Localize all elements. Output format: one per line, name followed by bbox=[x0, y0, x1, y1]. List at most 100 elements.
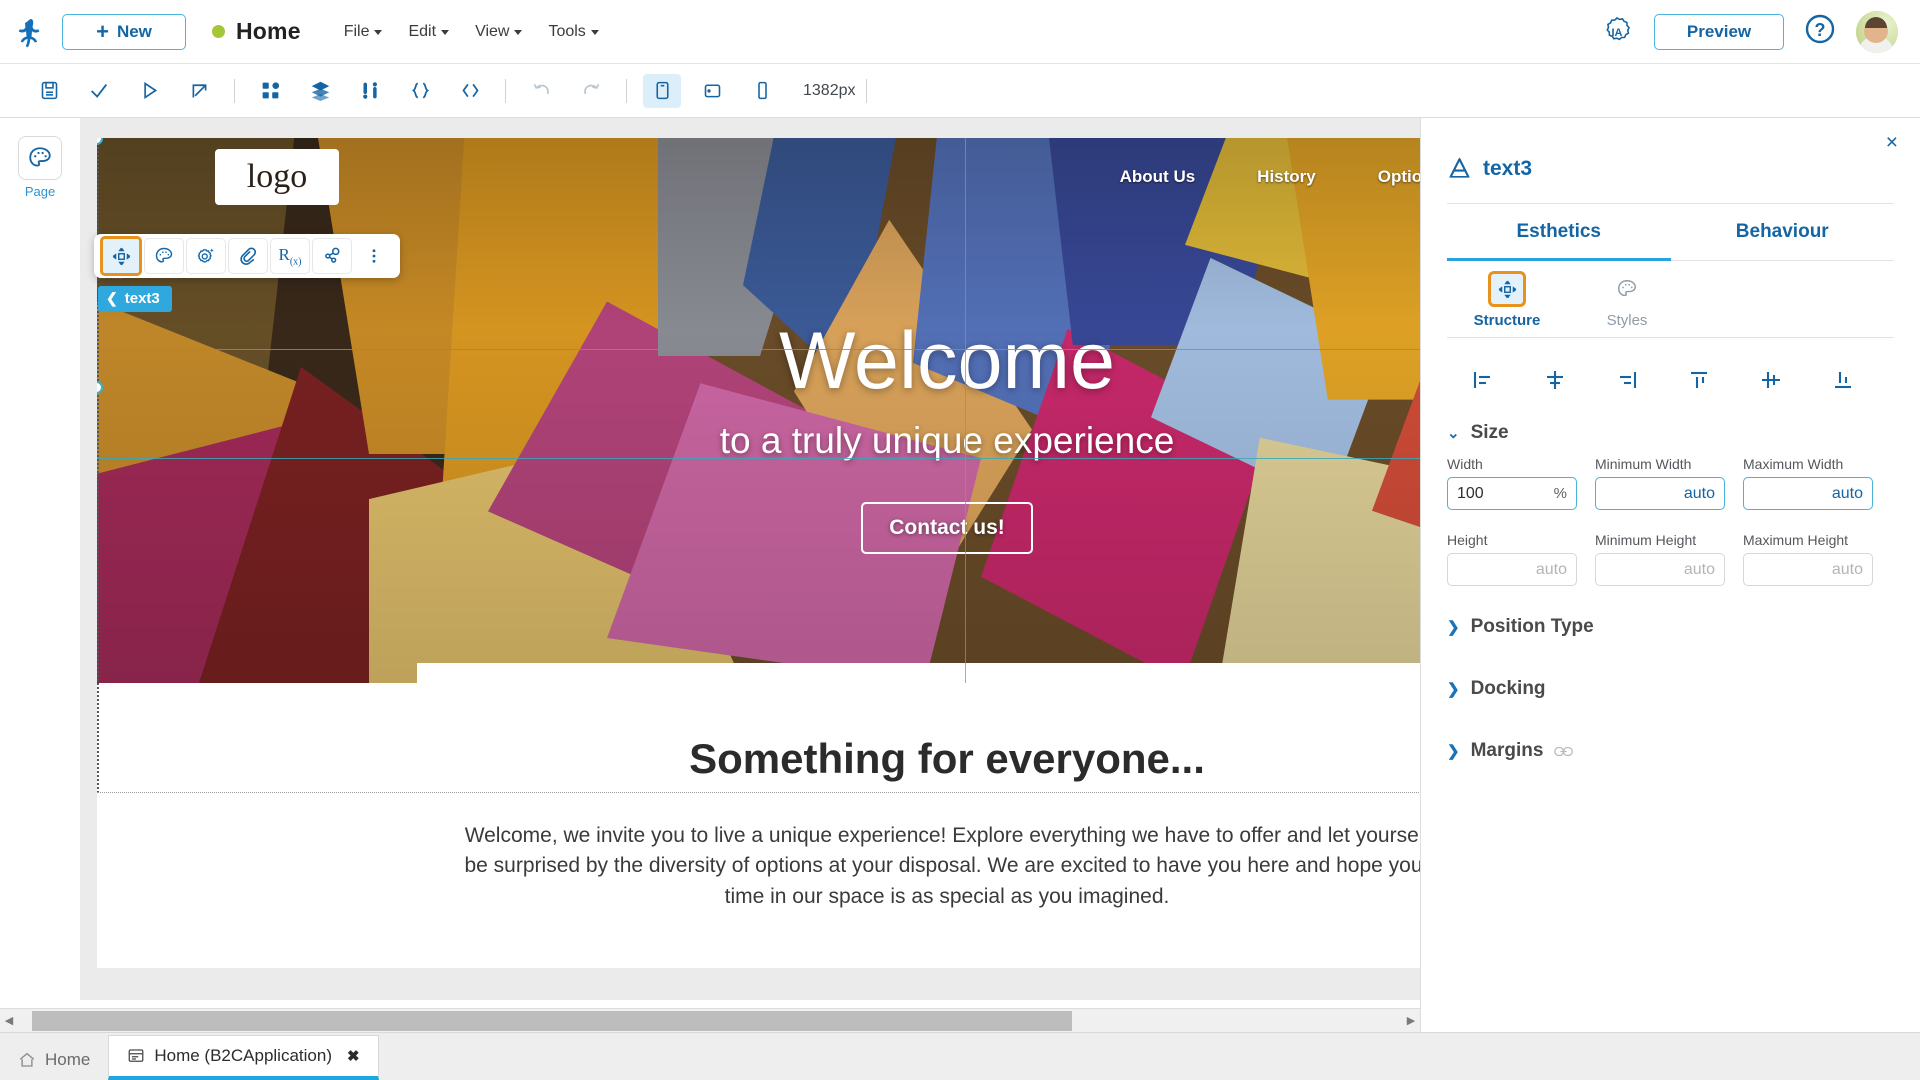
save-icon[interactable] bbox=[30, 74, 68, 108]
max-height-field: Maximum Height auto bbox=[1743, 532, 1873, 586]
scroll-left-arrow-icon[interactable]: ◀ bbox=[0, 1014, 18, 1027]
desktop-view-icon[interactable] bbox=[643, 73, 681, 108]
menu-file-label: File bbox=[343, 22, 370, 40]
main-menu-bar: File Edit View Tools bbox=[331, 17, 612, 47]
chevron-down-icon bbox=[590, 30, 599, 35]
align-center-vertical-icon[interactable] bbox=[1735, 360, 1807, 400]
min-width-field: Minimum Width auto bbox=[1595, 456, 1725, 510]
code-icon[interactable] bbox=[451, 74, 489, 108]
docking-label: Docking bbox=[1470, 678, 1546, 699]
min-width-input[interactable]: auto bbox=[1595, 477, 1725, 510]
size-fields-row-1: Width 100 % Minimum Width auto Maximum W… bbox=[1421, 444, 1920, 510]
hero-subheading[interactable]: to a truly unique experience bbox=[97, 420, 1420, 462]
docking-section-header[interactable]: ❯ Docking bbox=[1421, 638, 1920, 700]
deploy-icon[interactable] bbox=[180, 74, 218, 108]
size-fields-row-2: Height auto Minimum Height auto Maximum … bbox=[1421, 510, 1920, 586]
element-quick-toolbar: R(x) bbox=[94, 234, 400, 278]
avatar[interactable] bbox=[1856, 10, 1898, 53]
max-width-input[interactable]: auto bbox=[1743, 477, 1873, 510]
events-nodes-icon[interactable] bbox=[312, 238, 352, 274]
link-chain-icon[interactable] bbox=[1554, 745, 1574, 758]
structure-move-icon[interactable] bbox=[100, 236, 142, 276]
bottom-tab-b2capplication[interactable]: Home (B2CApplication) ✖ bbox=[108, 1035, 379, 1080]
section-heading[interactable]: Something for everyone... bbox=[97, 735, 1420, 783]
tab-behaviour-label: Behaviour bbox=[1735, 221, 1829, 242]
close-icon[interactable]: ✖ bbox=[347, 1047, 360, 1065]
min-height-input[interactable]: auto bbox=[1595, 553, 1725, 586]
position-type-section-header[interactable]: ❯ Position Type bbox=[1421, 586, 1920, 638]
selection-guide-top bbox=[97, 349, 1420, 350]
components-icon[interactable] bbox=[251, 74, 289, 108]
max-height-input[interactable]: auto bbox=[1743, 553, 1873, 586]
frog-logo-icon[interactable] bbox=[0, 14, 62, 50]
subtab-styles[interactable]: Styles bbox=[1567, 261, 1687, 337]
tab-esthetics[interactable]: Esthetics bbox=[1447, 204, 1671, 261]
content-section[interactable]: Something for everyone... Welcome, we in… bbox=[97, 683, 1420, 913]
sidebar-item-page[interactable]: Page bbox=[0, 136, 80, 199]
width-input[interactable]: 100 % bbox=[1447, 477, 1577, 510]
canvas-horizontal-scrollbar[interactable]: ◀ ▶ bbox=[0, 1008, 1420, 1032]
palette-icon[interactable] bbox=[144, 238, 184, 274]
panel-tabs: Esthetics Behaviour bbox=[1447, 204, 1894, 261]
toolbar-divider bbox=[626, 78, 627, 103]
panel-subtabs: Structure Styles bbox=[1447, 261, 1894, 338]
hero-cta-button[interactable]: Contact us! bbox=[861, 501, 1033, 554]
width-unit-label[interactable]: % bbox=[1554, 485, 1567, 502]
align-left-icon[interactable] bbox=[1447, 360, 1519, 400]
more-vertical-icon[interactable] bbox=[354, 238, 394, 274]
layers-icon[interactable] bbox=[301, 74, 339, 108]
tablet-view-icon[interactable] bbox=[693, 74, 731, 108]
subtab-structure[interactable]: Structure bbox=[1447, 261, 1567, 337]
scrollbar-track[interactable] bbox=[18, 1010, 1402, 1031]
align-top-icon[interactable] bbox=[1663, 360, 1735, 400]
design-canvas[interactable]: logo About Us History Options Orders Con… bbox=[80, 118, 1420, 1000]
bottom-tab-home[interactable]: Home bbox=[0, 1039, 108, 1080]
ia-badge-icon[interactable]: IA bbox=[1600, 15, 1634, 49]
margins-section-header[interactable]: ❯ Margins bbox=[1421, 700, 1920, 762]
undo-icon[interactable] bbox=[522, 74, 560, 108]
link-icon[interactable] bbox=[228, 238, 268, 274]
height-field-label: Height bbox=[1447, 532, 1488, 548]
screen-icon bbox=[127, 1047, 145, 1065]
question-mark-icon[interactable]: ? bbox=[1804, 13, 1836, 50]
settings-sparkle-icon[interactable] bbox=[186, 238, 226, 274]
selected-element-chip[interactable]: ❮ text3 bbox=[98, 286, 172, 312]
close-icon[interactable]: × bbox=[1886, 132, 1898, 153]
max-width-input-value: auto bbox=[1831, 484, 1863, 502]
scroll-right-arrow-icon[interactable]: ▶ bbox=[1402, 1014, 1420, 1027]
menu-file[interactable]: File bbox=[331, 17, 396, 47]
selection-guide-bottom bbox=[97, 458, 1420, 459]
redo-icon[interactable] bbox=[572, 74, 610, 108]
align-bottom-icon[interactable] bbox=[1807, 360, 1879, 400]
mobile-view-icon[interactable] bbox=[743, 74, 781, 108]
braces-icon[interactable] bbox=[401, 74, 439, 108]
align-center-horizontal-icon[interactable] bbox=[1519, 360, 1591, 400]
menu-edit[interactable]: Edit bbox=[395, 17, 462, 47]
hero-section[interactable]: logo About Us History Options Orders Con… bbox=[97, 138, 1420, 683]
status-dot-green bbox=[212, 25, 225, 38]
chevron-right-icon: ❯ bbox=[1447, 681, 1460, 698]
min-height-input-placeholder: auto bbox=[1683, 560, 1715, 578]
tab-behaviour[interactable]: Behaviour bbox=[1670, 204, 1894, 261]
hero-heading[interactable]: Welcome bbox=[97, 321, 1420, 402]
preview-button[interactable]: Preview bbox=[1654, 13, 1784, 50]
min-height-field: Minimum Height auto bbox=[1595, 532, 1725, 586]
rx-formula-icon[interactable]: R(x) bbox=[270, 238, 310, 274]
new-button[interactable]: + New bbox=[62, 13, 186, 50]
min-width-input-value: auto bbox=[1683, 484, 1715, 502]
menu-tools[interactable]: Tools bbox=[535, 17, 611, 47]
action-toolbar: 1382px bbox=[0, 64, 1920, 118]
scrollbar-thumb[interactable] bbox=[32, 1010, 1072, 1031]
variables-icon[interactable] bbox=[351, 74, 389, 108]
run-icon[interactable] bbox=[130, 74, 168, 108]
max-width-field-label: Maximum Width bbox=[1743, 456, 1844, 472]
menu-view[interactable]: View bbox=[462, 17, 535, 47]
viewport-size-label[interactable]: 1382px bbox=[803, 82, 856, 100]
section-paragraph[interactable]: Welcome, we invite you to live a unique … bbox=[457, 821, 1420, 912]
height-input[interactable]: auto bbox=[1447, 553, 1577, 586]
size-section-header[interactable]: ⌄ Size bbox=[1421, 408, 1920, 444]
check-icon[interactable] bbox=[80, 74, 118, 108]
bottom-tab-home-label: Home bbox=[45, 1049, 91, 1069]
menu-edit-label: Edit bbox=[408, 22, 437, 40]
align-right-icon[interactable] bbox=[1591, 360, 1663, 400]
